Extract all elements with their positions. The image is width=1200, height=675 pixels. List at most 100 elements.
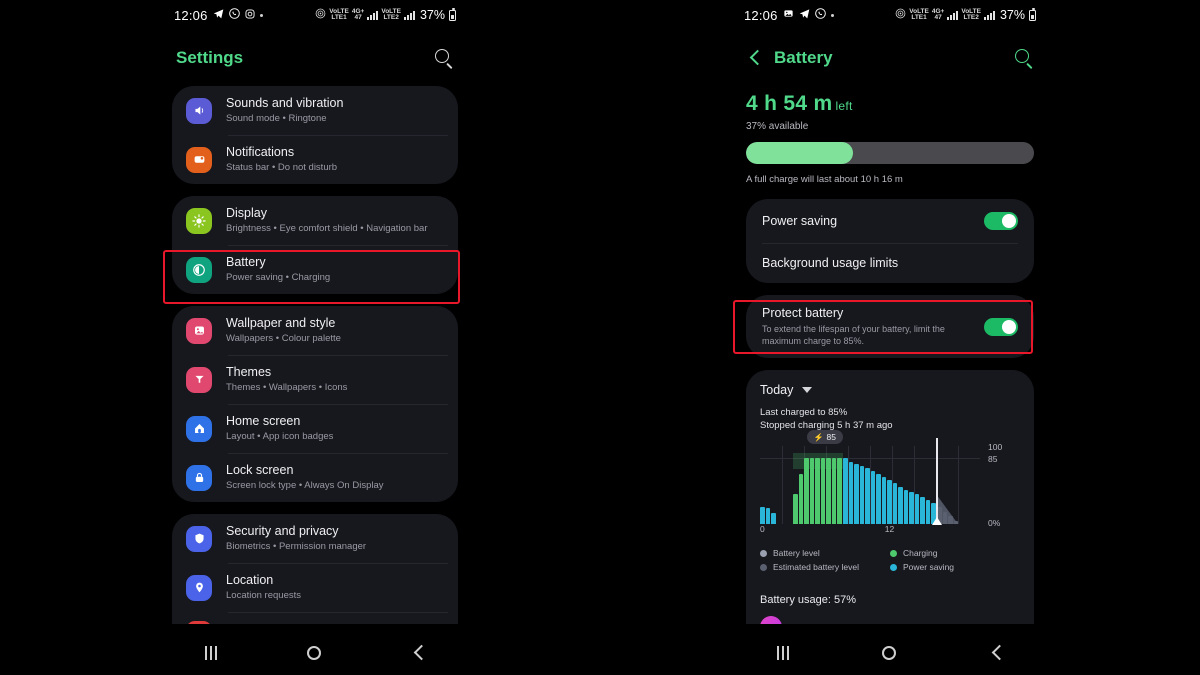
battery-chart: ⚡ 85 100 85 0% — [760, 430, 1020, 528]
legend-charging: Charging — [890, 548, 1020, 558]
battery-level-fill — [746, 142, 853, 164]
chevron-down-icon[interactable] — [802, 387, 813, 393]
sidebar-item-security-and-privacy[interactable]: Security and privacy Biometrics • Permis… — [172, 514, 458, 563]
status-bar-right: VoLTE LTE1 4G+ 47 VoLTE LTE2 37% — [895, 8, 1036, 22]
recents-icon[interactable] — [205, 645, 218, 660]
row-subtitle: Status bar • Do not disturb — [226, 162, 338, 173]
settings-list[interactable]: Sounds and vibration Sound mode • Ringto… — [160, 86, 470, 656]
time-remaining-value: 4 h 54 m — [746, 92, 833, 115]
bar-charging — [815, 457, 820, 524]
bar-charging — [809, 457, 815, 524]
back-nav-icon[interactable] — [412, 646, 425, 659]
sidebar-item-wallpaper-and-style[interactable]: Wallpaper and style Wallpapers • Colour … — [172, 306, 458, 355]
whatsapp-icon — [228, 8, 240, 22]
row-subtitle: To extend the lifespan of your battery, … — [762, 324, 945, 346]
row-protect-battery[interactable]: Protect battery To extend the lifespan o… — [746, 295, 1034, 358]
recents-icon[interactable] — [776, 645, 789, 660]
status-bar-left: 12:06 — [174, 8, 263, 23]
legend-power-saving: Power saving — [890, 562, 1020, 572]
volte-lte1-icon: VoLTE LTE1 — [329, 7, 349, 21]
bar-power-saving — [859, 466, 865, 524]
sidebar-item-home-screen[interactable]: Home screen Layout • App icon badges — [172, 404, 458, 453]
protect-battery-card[interactable]: Protect battery To extend the lifespan o… — [746, 295, 1034, 358]
legend-battery-level: Battery level — [760, 548, 890, 558]
settings-group-personalization: Wallpaper and style Wallpapers • Colour … — [172, 306, 458, 502]
themes-icon — [186, 366, 212, 393]
time-remaining-suffix: left — [835, 99, 853, 113]
row-title: Location — [226, 573, 274, 587]
sidebar-item-notifications[interactable]: Notifications Status bar • Do not distur… — [172, 135, 458, 184]
signal-bars-icon-2 — [983, 10, 995, 20]
available-label: 37% available — [746, 121, 809, 132]
bar-power-saving — [892, 483, 898, 524]
home-nav-icon[interactable] — [307, 645, 322, 660]
right-phone-battery-screen: 12:06 VoLTE LTE1 4G+ 47 VoLTE LTE2 37% B… — [730, 0, 1050, 675]
screenshot-root: 12:06 VoLTE LTE1 4G+ 47 VoLTE LTE2 37% S… — [0, 0, 1200, 675]
row-subtitle: Wallpapers • Colour palette — [226, 333, 341, 344]
row-power-saving[interactable]: Power saving — [746, 199, 1034, 243]
settings-group-sound: Sounds and vibration Sound mode • Ringto… — [172, 86, 458, 184]
battery-content: 4 h 54 m left 37% available A full charge… — [730, 92, 1050, 648]
signal-bars-icon — [947, 10, 959, 20]
signal-bars-icon-2 — [403, 10, 415, 20]
battery-icon — [1029, 8, 1036, 21]
sidebar-item-themes[interactable]: Themes Themes • Wallpapers • Icons — [172, 355, 458, 404]
power-saving-toggle[interactable] — [984, 212, 1018, 230]
bar-power-saving — [903, 489, 909, 524]
settings-header: Settings — [160, 30, 470, 86]
location-pin-icon — [186, 574, 212, 601]
row-title: Security and privacy — [226, 524, 339, 538]
left-phone-settings-screen: 12:06 VoLTE LTE1 4G+ 47 VoLTE LTE2 37% S… — [160, 0, 470, 675]
x-tick-0: 0 — [760, 524, 765, 534]
sidebar-item-sounds-and-vibration[interactable]: Sounds and vibration Sound mode • Ringto… — [172, 86, 458, 135]
telegram-icon — [213, 8, 224, 22]
row-title: Power saving — [762, 214, 838, 228]
legend-estimated-battery-level: Estimated battery level — [760, 562, 890, 572]
sidebar-item-battery[interactable]: Battery Power saving • Charging — [172, 245, 458, 294]
full-charge-note: A full charge will last about 10 h 16 m — [746, 174, 903, 185]
dot-icon — [259, 13, 263, 17]
bar-power-saving — [848, 461, 854, 524]
row-subtitle: Power saving • Charging — [226, 272, 331, 283]
now-marker-line — [936, 438, 938, 524]
row-title: Protect battery — [762, 306, 844, 320]
period-label: Today — [760, 383, 794, 397]
battery-level-bar — [746, 142, 1034, 164]
chart-legend: Battery level Charging Estimated battery… — [760, 548, 1020, 576]
bar-charging — [837, 457, 842, 524]
back-chevron-icon[interactable] — [746, 49, 764, 67]
brightness-icon — [186, 207, 212, 234]
right-status-bar: 12:06 VoLTE LTE1 4G+ 47 VoLTE LTE2 37% — [730, 0, 1050, 30]
bar-charging — [804, 457, 809, 524]
status-bar-left: 12:06 — [744, 8, 834, 23]
bar-power-saving — [865, 467, 870, 524]
protect-battery-toggle[interactable] — [984, 317, 1018, 336]
search-icon[interactable] — [435, 48, 454, 69]
page-title: Battery — [774, 48, 833, 67]
home-nav-icon[interactable] — [882, 645, 897, 660]
row-title: Lock screen — [226, 463, 294, 477]
row-background-usage-limits[interactable]: Background usage limits — [746, 243, 1034, 283]
sidebar-item-lock-screen[interactable]: Lock screen Screen lock type • Always On… — [172, 453, 458, 502]
left-navigation-bar — [160, 630, 470, 675]
y-tick-100: 100 — [988, 442, 1003, 452]
battery-history-card: Today Last charged to 85% Stopped chargi… — [746, 370, 1034, 648]
battery-circle-icon — [186, 256, 212, 283]
sidebar-item-display[interactable]: Display Brightness • Eye comfort shield … — [172, 196, 458, 245]
row-title: Themes — [226, 365, 272, 379]
volte-lte2-icon: VoLTE LTE2 — [961, 7, 981, 21]
sidebar-item-location[interactable]: Location Location requests — [172, 563, 458, 612]
bar-power-saving — [771, 513, 776, 524]
chart-y-axis: 100 85 0% — [982, 442, 1020, 528]
row-subtitle: Sound mode • Ringtone — [226, 113, 327, 124]
row-subtitle: Layout • App icon badges — [226, 431, 334, 442]
bar-power-saving — [760, 506, 765, 524]
back-nav-icon[interactable] — [990, 646, 1003, 659]
battery-percent-label: 37% — [999, 8, 1025, 22]
period-selector[interactable]: Today — [760, 383, 1020, 397]
chart-x-axis: 0 12 — [760, 524, 1020, 538]
bar-power-saving — [842, 458, 848, 524]
chart-plot-area: ⚡ 85 — [760, 430, 980, 525]
dot-icon — [830, 13, 834, 17]
search-icon[interactable] — [1015, 48, 1034, 69]
